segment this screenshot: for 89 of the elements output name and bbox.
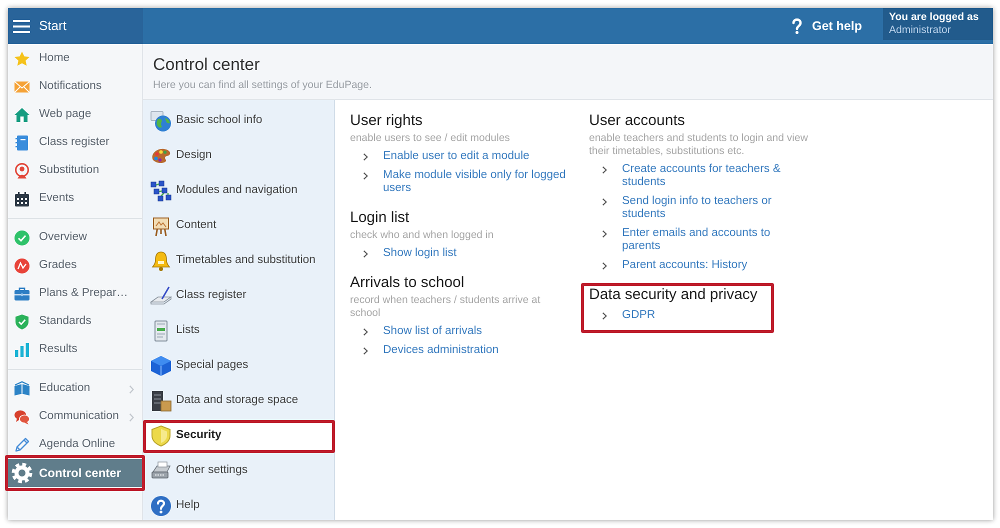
help-icon	[150, 495, 172, 517]
section-title: User rights	[350, 112, 424, 130]
calendar-icon	[14, 191, 30, 207]
easel-icon	[150, 215, 172, 237]
bar-chart-icon	[14, 342, 30, 358]
sidebar-item[interactable]: Plans & Prepar…	[8, 280, 142, 308]
sidebar-item[interactable]: Results	[8, 336, 142, 364]
settings-link[interactable]: Create accounts for teachers & students	[622, 163, 811, 189]
sidebar-item[interactable]: Overview	[8, 224, 142, 252]
settings-menu-item[interactable]: Help	[143, 491, 334, 521]
chevron-icon	[363, 328, 368, 336]
settings-menu-item[interactable]: Lists	[143, 316, 334, 346]
settings-menu-item[interactable]: Class register	[143, 281, 334, 311]
section-title: Arrivals to school	[350, 274, 466, 292]
gear-icon	[11, 462, 33, 484]
settings-link[interactable]: GDPR	[622, 309, 656, 322]
settings-menu-item[interactable]: Special pages	[143, 351, 334, 381]
settings-link[interactable]: Show login list	[383, 247, 457, 260]
section-description: check who and when logged in	[350, 229, 495, 242]
shield-icon	[150, 425, 172, 447]
shield-check-icon	[14, 314, 30, 330]
chevron-icon	[129, 384, 134, 394]
section-description: enable teachers and students to login and view their timetables, substitutions etc.	[589, 132, 809, 158]
sidebar-item[interactable]: Standards	[8, 308, 142, 336]
server-icon	[150, 390, 172, 412]
menu-icon	[13, 20, 30, 32]
page-title: Control center	[153, 55, 261, 75]
chevron-icon	[602, 230, 607, 238]
sidebar-item[interactable]: Communication	[8, 403, 142, 431]
zigzag-circle-icon	[14, 258, 30, 274]
user-name: Administrator	[889, 24, 952, 37]
sidebar-item[interactable]: Events	[8, 185, 142, 213]
settings-link[interactable]: Show list of arrivals	[383, 325, 482, 338]
envelope-icon	[14, 79, 30, 95]
settings-menu-item[interactable]: Design	[143, 141, 334, 171]
sidebar-item[interactable]: Grades	[8, 252, 142, 280]
help-button[interactable]: Get help	[792, 8, 862, 44]
settings-link[interactable]: Parent accounts: History	[622, 259, 748, 272]
settings-link[interactable]: Devices administration	[383, 344, 499, 357]
settings-menu-item[interactable]: Modules and navigation	[143, 176, 334, 206]
chevron-icon	[602, 262, 607, 270]
pencil-icon	[14, 437, 30, 453]
check-circle-icon	[14, 230, 30, 246]
bell-icon	[150, 250, 172, 272]
settings-menu-item[interactable]: Timetables and substitution	[143, 246, 334, 276]
book-pen-icon	[150, 285, 172, 307]
section-description: record when teachers / students arrive at school	[350, 294, 542, 320]
chevron-icon	[129, 412, 134, 422]
help-icon	[792, 18, 802, 34]
chevron-icon	[602, 198, 607, 206]
sidebar-item[interactable]: Notifications	[8, 73, 142, 101]
chevron-icon	[363, 347, 368, 355]
cube-icon	[150, 355, 172, 377]
globe-icon	[150, 110, 172, 132]
sidebar-item[interactable]: Class register	[8, 129, 142, 157]
blocks-icon	[150, 180, 172, 202]
section-title: Login list	[350, 209, 410, 227]
settings-menu-item[interactable]: Other settings	[143, 456, 334, 486]
login-caption: You are logged as	[889, 11, 980, 24]
star-icon	[14, 51, 30, 67]
settings-menu-item[interactable]: Data and storage space	[143, 386, 334, 416]
section-description: enable users to see / edit modules	[350, 132, 511, 145]
section-title: Data security and privacy	[589, 286, 758, 304]
page-subtitle: Here you can find all settings of your EduPage.	[153, 79, 373, 92]
chevron-icon	[363, 153, 368, 161]
sidebar-item[interactable]: Substitution	[8, 157, 142, 185]
settings-link[interactable]: Send login info to teachers or students	[622, 195, 811, 221]
chevron-icon	[602, 312, 607, 320]
settings-link[interactable]: Enter emails and accounts to parents	[622, 227, 811, 253]
sidebar-item[interactable]: Home	[8, 45, 142, 73]
chevron-icon	[363, 250, 368, 258]
book-icon	[14, 381, 30, 397]
sidebar-item[interactable]: Web page	[8, 101, 142, 129]
settings-menu-item[interactable]: Security	[143, 421, 334, 451]
chevron-icon	[602, 166, 607, 174]
section-title: User accounts	[589, 112, 686, 130]
settings-link[interactable]: Make module visible only for logged users	[383, 169, 572, 195]
notebook-icon	[14, 135, 30, 151]
sidebar-item[interactable]: Agenda Online	[8, 431, 142, 459]
settings-link[interactable]: Enable user to edit a module	[383, 150, 530, 163]
settings-menu-item[interactable]: Basic school info	[143, 106, 334, 136]
chat-bubbles-icon	[14, 409, 30, 425]
start-menu-button[interactable]: Start	[8, 8, 143, 44]
briefcase-icon	[14, 286, 30, 302]
house-icon	[14, 107, 30, 123]
chevron-icon	[363, 172, 368, 180]
sidebar-item[interactable]: Education	[8, 375, 142, 403]
settings-menu-item[interactable]: Content	[143, 211, 334, 241]
person-ring-icon	[14, 163, 30, 179]
